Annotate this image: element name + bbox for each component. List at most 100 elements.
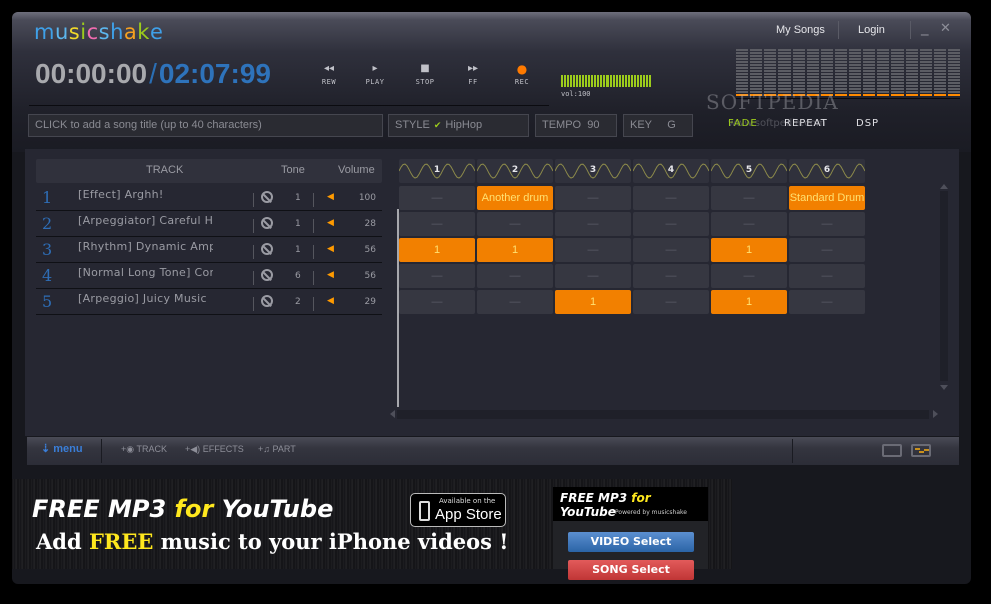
app-store-badge[interactable]: Available on the App Store bbox=[410, 493, 506, 527]
rec-button[interactable]: ● REC bbox=[511, 62, 533, 86]
track-row[interactable]: 4 [Normal Long Tone] Con 6 ◀ 56 bbox=[36, 263, 382, 289]
mute-icon[interactable] bbox=[261, 217, 273, 229]
pattern-cell-filled[interactable]: 1 bbox=[711, 290, 787, 314]
eq-band bbox=[792, 48, 805, 96]
pattern-cell-empty[interactable]: — bbox=[711, 212, 787, 236]
login-link[interactable]: Login bbox=[858, 24, 885, 36]
track-row[interactable]: 1 [Effect] Arghh! 1 ◀ 100 bbox=[36, 185, 382, 211]
pattern-cell-empty[interactable]: — bbox=[477, 264, 553, 288]
bar-column-header[interactable]: 2 bbox=[477, 159, 553, 183]
minimize-icon[interactable]: _ bbox=[921, 18, 929, 36]
volume-segment bbox=[621, 75, 624, 87]
scroll-track[interactable] bbox=[940, 191, 948, 381]
mute-icon[interactable] bbox=[261, 243, 273, 255]
track-row[interactable]: 2 [Arpeggiator] Careful Hi 1 ◀ 28 bbox=[36, 211, 382, 237]
add-track-button[interactable]: +◉ TRACK bbox=[121, 444, 167, 455]
mute-icon[interactable] bbox=[261, 269, 273, 281]
style-select[interactable]: STYLE ✔ HipHop bbox=[388, 114, 529, 137]
track-volume[interactable]: 56 bbox=[346, 271, 376, 281]
pattern-cell-empty[interactable]: — bbox=[399, 264, 475, 288]
tempo-label: TEMPO bbox=[542, 119, 582, 131]
tempo-field[interactable]: TEMPO 90 bbox=[535, 114, 617, 137]
pattern-cell-empty[interactable]: — bbox=[789, 212, 865, 236]
pattern-view-icon[interactable] bbox=[911, 444, 931, 457]
repeat-toggle[interactable]: REPEAT bbox=[784, 118, 828, 129]
ff-button[interactable]: ▸▸ FF bbox=[463, 62, 483, 86]
track-tone[interactable]: 1 bbox=[295, 245, 301, 255]
bar-column-header[interactable]: 1 bbox=[399, 159, 475, 183]
pattern-cell-empty[interactable]: — bbox=[633, 238, 709, 262]
scroll-up-arrow[interactable] bbox=[940, 184, 948, 189]
pattern-cell-empty[interactable]: — bbox=[633, 212, 709, 236]
add-effects-button[interactable]: +◀) EFFECTS bbox=[185, 444, 244, 455]
scroll-track[interactable] bbox=[397, 410, 929, 419]
track-tone[interactable]: 6 bbox=[295, 271, 301, 281]
song-title-input[interactable]: CLICK to add a song title (up to 40 char… bbox=[28, 114, 383, 137]
track-name[interactable]: [Rhythm] Dynamic Ampe bbox=[78, 240, 213, 253]
track-tone[interactable]: 1 bbox=[295, 193, 301, 203]
song-select-button[interactable]: SONG Select bbox=[568, 560, 694, 580]
track-volume[interactable]: 100 bbox=[346, 193, 376, 203]
pattern-cell-empty[interactable]: — bbox=[399, 212, 475, 236]
track-volume[interactable]: 28 bbox=[346, 219, 376, 229]
menu-button[interactable]: ⇣ menu bbox=[41, 442, 83, 455]
track-name[interactable]: [Arpeggio] Juicy Music bbox=[78, 292, 213, 305]
pattern-cell-empty[interactable]: — bbox=[789, 238, 865, 262]
musicshake-logo: musicshake bbox=[34, 20, 163, 44]
scroll-left-arrow[interactable] bbox=[390, 410, 395, 418]
track-tone[interactable]: 1 bbox=[295, 219, 301, 229]
pattern-cell-filled[interactable]: 1 bbox=[477, 238, 553, 262]
pattern-cell-filled[interactable]: Another drum bbox=[477, 186, 553, 210]
track-name[interactable]: [Arpeggiator] Careful Hi bbox=[78, 214, 213, 227]
scroll-right-arrow[interactable] bbox=[933, 410, 938, 418]
mute-icon[interactable] bbox=[261, 191, 273, 203]
logo-letter: s bbox=[98, 20, 111, 44]
pattern-cell-empty[interactable]: — bbox=[477, 212, 553, 236]
pattern-cell-filled[interactable]: Standard Drum bbox=[789, 186, 865, 210]
pattern-cell-empty[interactable]: — bbox=[555, 238, 631, 262]
track-volume[interactable]: 56 bbox=[346, 245, 376, 255]
track-row[interactable]: 3 [Rhythm] Dynamic Ampe 1 ◀ 56 bbox=[36, 237, 382, 263]
add-part-button[interactable]: +♫ PART bbox=[258, 444, 296, 454]
track-row[interactable]: 5 [Arpeggio] Juicy Music 2 ◀ 29 bbox=[36, 289, 382, 315]
pattern-cell-empty[interactable]: — bbox=[399, 186, 475, 210]
stop-button[interactable]: ■ STOP bbox=[413, 62, 437, 86]
video-select-button[interactable]: VIDEO Select bbox=[568, 532, 694, 552]
bar-column-header[interactable]: 5 bbox=[711, 159, 787, 183]
pattern-cell-empty[interactable]: — bbox=[711, 186, 787, 210]
pattern-cell-empty[interactable]: — bbox=[477, 290, 553, 314]
my-songs-link[interactable]: My Songs bbox=[776, 24, 825, 36]
pattern-cell-empty[interactable]: — bbox=[399, 290, 475, 314]
play-button[interactable]: ▸ PLAY bbox=[363, 62, 387, 86]
pattern-cell-empty[interactable]: — bbox=[633, 290, 709, 314]
fade-toggle[interactable]: FADE bbox=[728, 118, 758, 129]
pattern-cell-empty[interactable]: — bbox=[555, 212, 631, 236]
key-field[interactable]: KEY G bbox=[623, 114, 693, 137]
mute-icon[interactable] bbox=[261, 295, 273, 307]
pattern-cell-empty[interactable]: — bbox=[711, 264, 787, 288]
track-volume[interactable]: 29 bbox=[346, 297, 376, 307]
rew-button[interactable]: ◂◂ REW bbox=[318, 62, 340, 86]
pattern-cell-filled[interactable]: 1 bbox=[399, 238, 475, 262]
pattern-cell-empty[interactable]: — bbox=[633, 264, 709, 288]
bar-column-header[interactable]: 6 bbox=[789, 159, 865, 183]
track-name[interactable]: [Effect] Arghh! bbox=[78, 188, 213, 201]
close-icon[interactable]: ✕ bbox=[940, 21, 951, 36]
pattern-cell-empty[interactable]: — bbox=[789, 290, 865, 314]
pattern-cell-empty[interactable]: — bbox=[633, 186, 709, 210]
scroll-down-arrow[interactable] bbox=[940, 385, 948, 390]
pattern-cell-empty[interactable]: — bbox=[555, 186, 631, 210]
pattern-cell-filled[interactable]: 1 bbox=[711, 238, 787, 262]
dsp-toggle[interactable]: DSP bbox=[856, 118, 879, 129]
ad-banner[interactable]: FREE MP3 for YouTube Add FREE music to y… bbox=[12, 479, 732, 580]
pattern-cell-empty[interactable]: — bbox=[555, 264, 631, 288]
volume-slider[interactable] bbox=[561, 75, 651, 87]
bar-column-header[interactable]: 3 bbox=[555, 159, 631, 183]
pattern-cell-filled[interactable]: 1 bbox=[555, 290, 631, 314]
track-name[interactable]: [Normal Long Tone] Con bbox=[78, 266, 213, 279]
pattern-cell-empty[interactable]: — bbox=[789, 264, 865, 288]
volume-segment bbox=[579, 75, 582, 87]
bar-column-header[interactable]: 4 bbox=[633, 159, 709, 183]
window-view-icon[interactable] bbox=[882, 444, 902, 457]
track-tone[interactable]: 2 bbox=[295, 297, 301, 307]
